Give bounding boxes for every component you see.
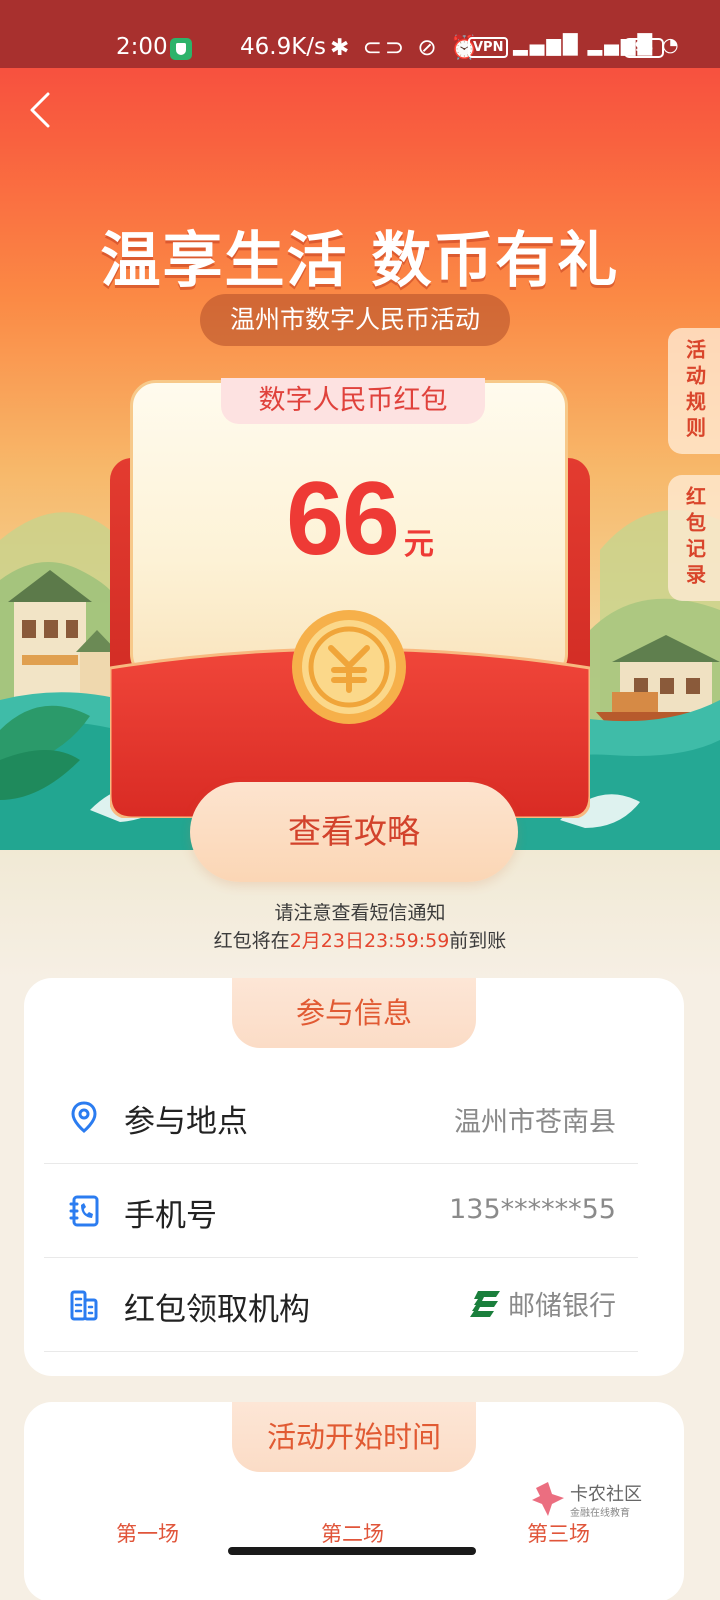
info-row-phone: 手机号 135******55 xyxy=(44,1164,638,1258)
phone-value: 135******55 xyxy=(449,1194,616,1225)
hero-banner: 2:00 46.9K/s ✱ ⊂⊃ ⊘ ⏰ VPN ▂▄▆█ ▂▄▆█ ◔ 94… xyxy=(0,0,720,980)
phone-book-icon xyxy=(69,1195,99,1227)
battery-icon: 94 xyxy=(624,38,664,58)
kanong-community-watermark: 卡农社区 金融在线教育 xyxy=(532,1482,642,1519)
envelope-tag: 数字人民币红包 xyxy=(221,378,485,424)
session-tab-2[interactable]: 第二场 xyxy=(321,1518,384,1548)
page-title: 温享生活 数币有礼 xyxy=(100,226,620,296)
activity-time-title: 活动开始时间 xyxy=(232,1402,476,1472)
session-tab-3[interactable]: 第三场 xyxy=(527,1518,590,1548)
status-icons: ✱ ⊂⊃ ⊘ ⏰ xyxy=(330,35,482,61)
status-bar: 2:00 46.9K/s ✱ ⊂⊃ ⊘ ⏰ VPN ▂▄▆█ ▂▄▆█ ◔ 94 xyxy=(0,0,720,68)
svg-text:卡农社区: 卡农社区 xyxy=(570,1484,642,1505)
institution-label: 红包领取机构 xyxy=(124,1292,310,1328)
vpn-badge: VPN xyxy=(468,37,509,58)
postal-savings-bank-logo xyxy=(470,1290,500,1317)
location-pin-icon xyxy=(71,1101,97,1133)
building-icon xyxy=(70,1290,98,1321)
amount-value: 66 xyxy=(286,461,400,577)
sms-notice: 请注意查看短信通知 xyxy=(274,902,446,924)
activity-rules-label: 活动规则 xyxy=(682,339,707,443)
activity-subtitle: 温州市数字人民币活动 xyxy=(200,294,510,346)
security-shield-icon xyxy=(170,38,192,60)
arrival-deadline: 2月23日23:59:59 xyxy=(289,930,450,952)
digital-rmb-coin-icon xyxy=(292,610,406,724)
home-indicator[interactable] xyxy=(228,1547,476,1555)
amount-unit: 元 xyxy=(403,527,434,562)
activity-rules-tab[interactable]: 活动规则 xyxy=(668,328,720,454)
view-guide-button[interactable]: 查看攻略 xyxy=(190,782,518,882)
red-packet-amount: 66 元 xyxy=(0,460,720,579)
info-row-institution: 红包领取机构 邮储银行 xyxy=(44,1258,638,1352)
location-value: 温州市苍南县 xyxy=(454,1107,616,1138)
institution-value: 邮储银行 xyxy=(468,1284,616,1323)
arrival-notice: 红包将在2月23日23:59:59前到账 xyxy=(0,926,720,953)
phone-label: 手机号 xyxy=(124,1198,217,1234)
arrival-suffix: 前到账 xyxy=(449,930,507,952)
participation-info-title: 参与信息 xyxy=(232,978,476,1048)
network-speed: 46.9K/s xyxy=(240,34,327,60)
location-label: 参与地点 xyxy=(124,1104,248,1140)
arrival-prefix: 红包将在 xyxy=(213,930,290,952)
session-tab-1[interactable]: 第一场 xyxy=(116,1518,179,1548)
info-row-location: 参与地点 温州市苍南县 xyxy=(44,1070,638,1164)
institution-name: 邮储银行 xyxy=(508,1291,616,1322)
back-arrow-icon[interactable] xyxy=(22,90,62,130)
status-time: 2:00 xyxy=(116,34,168,60)
